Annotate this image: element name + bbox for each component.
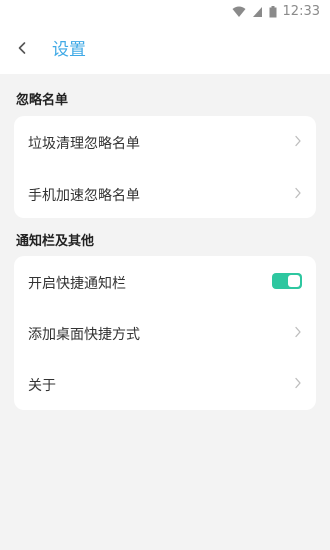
phone-boost-ignore-list-row[interactable]: 手机加速忽略名单 (14, 168, 316, 218)
about-row[interactable]: 关于 (14, 358, 316, 408)
junk-clean-ignore-list-row[interactable]: 垃圾清理忽略名单 (14, 116, 316, 166)
toggle-knob (288, 275, 300, 287)
notification-other-card: 开启快捷通知栏 添加桌面快捷方式 关于 (14, 256, 316, 410)
back-arrow-icon[interactable] (16, 38, 28, 58)
signal-icon (252, 6, 262, 17)
row-label: 手机加速忽略名单 (28, 188, 140, 204)
status-bar: 12:33 (0, 0, 330, 24)
chevron-right-icon (295, 135, 301, 147)
row-label: 关于 (28, 378, 56, 394)
section-label-notification-other: 通知栏及其他 (16, 234, 95, 249)
chevron-right-icon (295, 377, 301, 389)
battery-icon (269, 5, 277, 17)
section-label-ignore-list: 忽略名单 (16, 93, 69, 108)
row-label: 垃圾清理忽略名单 (28, 136, 140, 152)
quick-notification-bar-row[interactable]: 开启快捷通知栏 (14, 256, 316, 306)
add-desktop-shortcut-row[interactable]: 添加桌面快捷方式 (14, 307, 316, 357)
status-icons: 12:33 (232, 4, 320, 19)
ignore-list-card: 垃圾清理忽略名单 手机加速忽略名单 (14, 116, 316, 218)
quick-notification-toggle[interactable] (272, 273, 302, 289)
wifi-icon (232, 6, 246, 17)
row-label: 添加桌面快捷方式 (28, 327, 140, 343)
chevron-right-icon (295, 187, 301, 199)
app-header: 设置 (0, 24, 330, 74)
row-label: 开启快捷通知栏 (28, 276, 126, 292)
status-time: 12:33 (282, 4, 320, 19)
chevron-right-icon (295, 326, 301, 338)
page-title: 设置 (52, 40, 86, 60)
